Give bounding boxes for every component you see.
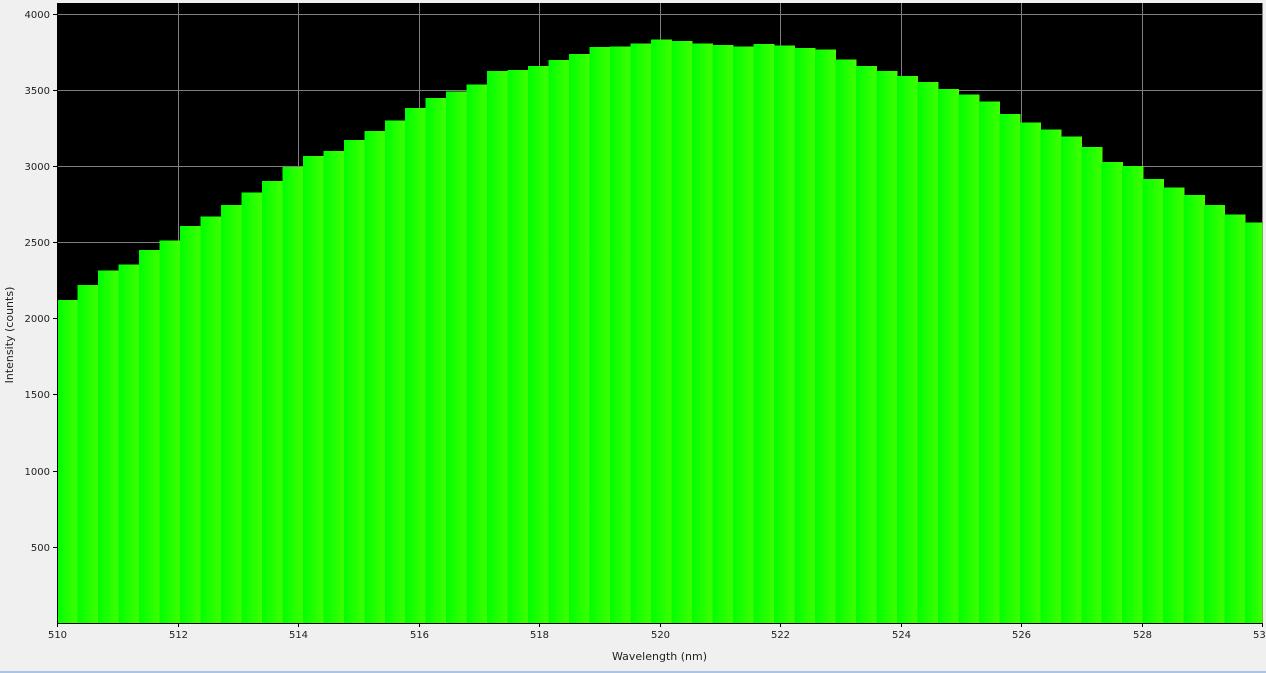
spectrum-bar	[651, 39, 673, 624]
spectrum-bar	[179, 226, 201, 623]
spectrum-bar	[343, 140, 365, 623]
x-tick-label: 524	[892, 630, 911, 641]
spectrum-bar	[364, 130, 386, 623]
spectrum-bar	[712, 44, 734, 623]
spectrum-bar	[1224, 214, 1246, 623]
x-tick-label: 514	[289, 630, 308, 641]
x-tick-label: 520	[651, 630, 670, 641]
spectrum-bar	[220, 204, 242, 623]
spectrum-bar	[323, 150, 345, 623]
spectrum-bar	[466, 84, 488, 623]
spectrum-bar	[569, 54, 591, 624]
chart-svg: 510 512 514 516 518 520 522 524 526 528 530 500 100…	[3, 3, 1266, 663]
x-tick-label: 516	[410, 630, 429, 641]
spectrum-bar	[528, 66, 550, 623]
spectrum-bar	[282, 166, 304, 623]
spectrum-bar	[1081, 146, 1103, 623]
y-tick-label: 4000	[25, 10, 50, 21]
x-axis-title: Wavelength (nm)	[612, 650, 707, 663]
spectrum-chart: 510 512 514 516 518 520 522 524 526 528 530 500 100…	[0, 0, 1266, 673]
spectrum-bar	[753, 44, 775, 623]
x-tick-label: 530	[1253, 630, 1266, 641]
spectrum-bar	[1183, 194, 1205, 623]
spectrum-bar	[610, 46, 632, 624]
y-tick-label: 3500	[25, 86, 50, 97]
y-tick-label: 3000	[25, 162, 50, 173]
x-tick-label: 522	[771, 630, 790, 641]
x-tick-label: 512	[169, 630, 188, 641]
y-tick-label: 1500	[25, 390, 50, 401]
y-tick-label: 2500	[25, 238, 50, 249]
spectrum-bar	[425, 98, 447, 623]
spectrum-bar	[937, 89, 959, 624]
spectrum-bar	[630, 43, 652, 624]
spectrum-bar	[507, 70, 529, 623]
spectrum-bar	[896, 76, 918, 624]
spectrum-bar	[57, 300, 79, 623]
spectrum-bar	[97, 270, 120, 623]
x-tick-label: 510	[48, 630, 67, 641]
spectrum-bar	[1245, 222, 1263, 623]
spectrum-bar	[794, 47, 816, 623]
spectrum-bar	[487, 70, 509, 623]
spectrum-bar	[1142, 178, 1164, 623]
spectrum-bar	[917, 82, 939, 624]
y-axis-title: Intensity (counts)	[3, 287, 16, 384]
spectrum-bar	[200, 216, 222, 623]
spectrum-bar	[138, 249, 161, 624]
spectrum-bar	[773, 45, 796, 623]
spectrum-bar	[733, 46, 755, 624]
y-tick-label: 500	[31, 543, 50, 554]
spectrum-bar	[876, 70, 898, 623]
y-axis-ticks: 500 1000 1500 2000 2500 3000 3500 4000	[25, 10, 57, 554]
spectrum-bar	[671, 41, 693, 623]
spectrum-bar	[241, 192, 263, 624]
spectrum-bar	[692, 43, 714, 624]
spectrum-bar	[1019, 122, 1041, 623]
spectrum-bar	[1101, 162, 1123, 623]
spectrum-bar	[835, 59, 857, 623]
spectrum-bar	[958, 94, 980, 623]
spectrum-bar	[261, 181, 283, 623]
spectrum-bar	[405, 108, 427, 623]
x-tick-label: 526	[1012, 630, 1031, 641]
spectrum-bar	[1163, 187, 1185, 623]
spectrum-bar	[814, 49, 837, 624]
spectrum-bar	[548, 60, 570, 624]
spectrum-bar	[1204, 204, 1226, 623]
y-tick-label: 2000	[25, 314, 50, 325]
spectrum-bar	[978, 101, 1000, 623]
spectrum-bar	[999, 114, 1021, 624]
y-tick-label: 1000	[25, 467, 50, 478]
spectrum-bar	[1040, 129, 1062, 623]
x-tick-label: 528	[1133, 630, 1152, 641]
spectrum-bar	[446, 91, 468, 623]
spectrum-bar	[118, 264, 140, 623]
spectrum-bar	[77, 284, 99, 623]
spectrum-bar	[589, 47, 611, 624]
x-axis-ticks: 510 512 514 516 518 520 522 524 526 528 530	[48, 623, 1266, 641]
spectrum-bar	[384, 120, 406, 623]
spectrum-bar	[1060, 136, 1082, 623]
x-tick-label: 518	[530, 630, 549, 641]
spectrum-bar	[302, 156, 324, 623]
spectrum-bar	[159, 240, 181, 623]
spectrum-bar	[855, 66, 877, 623]
spectrum-bar	[1122, 165, 1144, 623]
